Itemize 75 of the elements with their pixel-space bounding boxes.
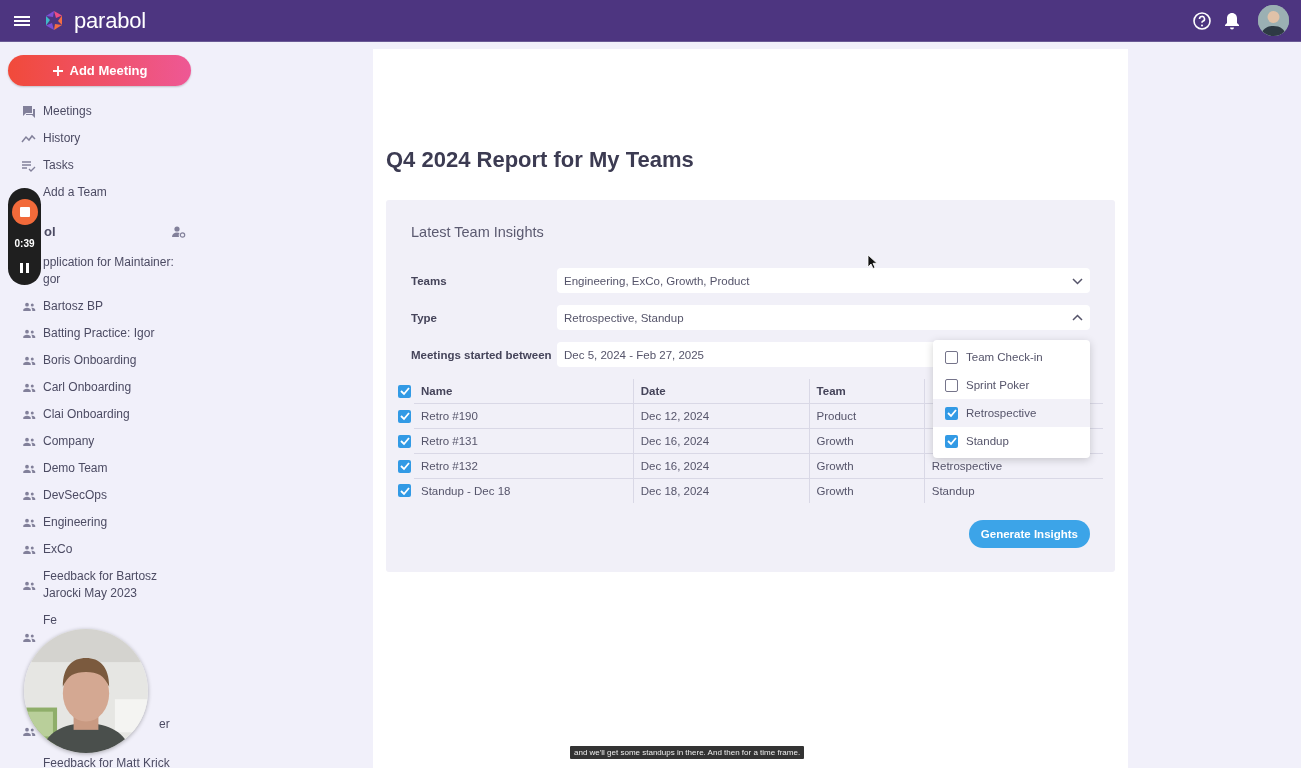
brand-name: parabol [74,7,146,34]
team-item[interactable]: Fe [43,612,57,629]
dropdown-option[interactable]: Sprint Poker [933,371,1090,399]
cursor-icon [867,254,878,269]
check-icon [945,435,958,447]
user-avatar[interactable] [1258,5,1289,36]
plus-icon [51,64,64,77]
chat-bubbles-icon [21,104,36,119]
team-item[interactable]: Clai Onboarding [43,406,130,423]
checkbox[interactable] [945,350,958,364]
filter-label: Type [411,311,438,324]
team-item[interactable]: Engineering [43,514,108,531]
checkbox[interactable] [398,459,411,473]
check-icon [398,385,411,398]
stop-recording-icon[interactable] [11,198,38,225]
dropdown-option[interactable]: Retrospective [933,399,1090,427]
team-item[interactable]: Feedback for Bartosz Jarocki May 2023 [43,568,158,602]
team-item[interactable]: er [159,716,170,733]
table-cell: Retro #131 [414,428,634,454]
video-caption: and we'll get some standups in there. And then for a time frame. [570,746,805,759]
team-item[interactable]: Bartosz BP [43,298,104,315]
check-icon [398,410,411,422]
checkbox[interactable] [398,484,411,498]
help-icon[interactable] [1192,10,1212,31]
nav-item[interactable]: Meetings [43,103,92,120]
check-icon [945,407,958,419]
team-item[interactable]: DevSecOps [43,487,108,504]
team-item[interactable]: ExCo [43,541,73,558]
table-cell: Growth [809,478,925,503]
table-cell: Growth [809,453,925,479]
checkbox[interactable] [398,384,411,398]
notification-bell-icon[interactable] [1222,10,1242,31]
check-icon [398,460,411,472]
checkbox[interactable] [945,406,958,420]
team-item[interactable]: Company [43,433,95,450]
nav-item[interactable]: Tasks [43,157,74,174]
checkbox[interactable] [945,378,958,392]
table-cell: Retro #132 [414,453,634,479]
column-header: Date [633,379,810,404]
table-cell: Dec 16, 2024 [633,453,810,479]
team-item[interactable]: Feedback for Matt Krick [43,755,170,768]
table-cell: Dec 12, 2024 [633,403,810,429]
team-item[interactable]: Demo Team [43,460,108,477]
team-item[interactable]: Carl Onboarding [43,379,132,396]
checkbox[interactable] [398,434,411,448]
checklist-icon [21,158,36,173]
select-field[interactable]: Retrospective, Standup [557,305,1090,330]
card-heading: Latest Team Insights [411,224,545,240]
dropdown-option[interactable]: Standup [933,427,1090,455]
table-cell: Growth [809,428,925,454]
column-header: Name [414,379,634,404]
table-cell: Dec 16, 2024 [633,428,810,454]
column-header: Team [809,379,925,404]
team-item[interactable]: Boris Onboarding [43,352,137,369]
page-title: Q4 2024 Report for My Teams [386,147,695,173]
table-cell: Standup [924,478,1103,503]
avatar-silhouette-icon [1258,5,1289,36]
nav-item[interactable]: History [43,130,81,147]
select-field[interactable]: Engineering, ExCo, Growth, Product [557,268,1090,293]
checkbox[interactable] [398,409,411,423]
filter-label: Teams [411,274,448,287]
nav-item[interactable]: Add a Team [43,184,107,201]
organization-name: ol [44,224,56,239]
table-cell: Dec 18, 2024 [633,478,810,503]
pause-icon[interactable] [19,262,30,275]
team-item[interactable]: pplication for Maintainer: gor [43,254,174,288]
check-icon [398,435,411,447]
filter-label: Meetings started between [411,348,553,361]
table-cell: Standup - Dec 18 [414,478,634,503]
table-cell: Product [809,403,925,429]
recording-time: 0:39 [14,238,35,249]
checkbox[interactable] [945,434,958,448]
table-cell: Retro #190 [414,403,634,429]
user-settings-icon[interactable] [172,224,186,239]
team-item[interactable]: Batting Practice: Igor [43,325,155,342]
